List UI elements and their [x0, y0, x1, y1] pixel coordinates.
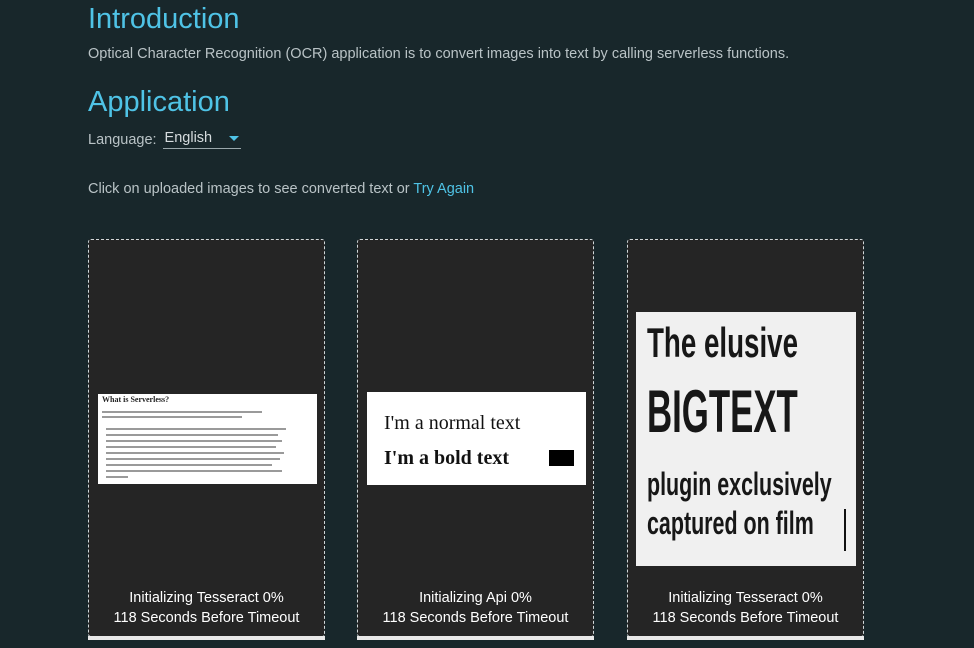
- thumbnail-line-2: BIGTEXT: [647, 378, 798, 445]
- thumbnail-bold-text: I'm a bold text: [384, 447, 509, 469]
- redaction-block: [549, 450, 574, 466]
- progress-status: Initializing Api 0%: [419, 590, 532, 606]
- language-select[interactable]: English: [162, 130, 241, 149]
- progress-status: Initializing Tesseract 0%: [129, 590, 284, 606]
- thumbnail-title: What is Serverless?: [102, 395, 170, 404]
- image-card-2[interactable]: I'm a normal text I'm a bold text Initia…: [357, 239, 594, 640]
- card-status: Initializing Tesseract 0% 118 Seconds Be…: [89, 588, 324, 628]
- text-line: [102, 416, 242, 418]
- image-card-3[interactable]: The elusive BIGTEXT plugin exclusively c…: [627, 239, 864, 640]
- text-line: [106, 470, 282, 472]
- text-line: [106, 452, 284, 454]
- timeout-status: 118 Seconds Before Timeout: [113, 610, 300, 626]
- thumbnail-normal-text: I'm a normal text: [384, 412, 521, 434]
- image-card-1[interactable]: What is Serverless? Initializing Tessera…: [88, 239, 325, 640]
- text-line: [106, 476, 128, 478]
- timeout-status: 118 Seconds Before Timeout: [652, 610, 839, 626]
- thumbnail-line-1: The elusive: [647, 319, 798, 366]
- language-row: Language: English: [88, 130, 241, 149]
- card-status: Initializing Tesseract 0% 118 Seconds Be…: [628, 588, 863, 628]
- text-line: [106, 434, 278, 436]
- language-selected-value: English: [164, 130, 213, 146]
- card-status: Initializing Api 0% 118 Seconds Before T…: [358, 588, 593, 628]
- application-heading: Application: [88, 86, 230, 118]
- document-thumbnail[interactable]: What is Serverless?: [98, 394, 317, 484]
- text-cursor: [844, 509, 846, 551]
- instruction-text: Click on uploaded images to see converte…: [88, 181, 474, 197]
- text-line: [106, 428, 286, 430]
- text-thumbnail[interactable]: I'm a normal text I'm a bold text: [367, 392, 586, 485]
- bigtext-thumbnail[interactable]: The elusive BIGTEXT plugin exclusively c…: [636, 312, 856, 566]
- language-label: Language:: [88, 131, 157, 148]
- thumbnail-line-3: plugin exclusively: [647, 466, 832, 502]
- introduction-description: Optical Character Recognition (OCR) appl…: [88, 46, 790, 62]
- chevron-down-icon: [228, 135, 239, 141]
- thumbnail-line-4: captured on film: [647, 505, 814, 541]
- try-again-link[interactable]: Try Again: [413, 181, 474, 197]
- text-line: [106, 440, 282, 442]
- text-line: [106, 446, 276, 448]
- timeout-status: 118 Seconds Before Timeout: [382, 610, 569, 626]
- introduction-heading: Introduction: [88, 3, 240, 35]
- progress-status: Initializing Tesseract 0%: [668, 590, 823, 606]
- text-line: [106, 464, 272, 466]
- text-line: [102, 411, 262, 413]
- instruction-label: Click on uploaded images to see converte…: [88, 181, 410, 197]
- text-line: [106, 458, 280, 460]
